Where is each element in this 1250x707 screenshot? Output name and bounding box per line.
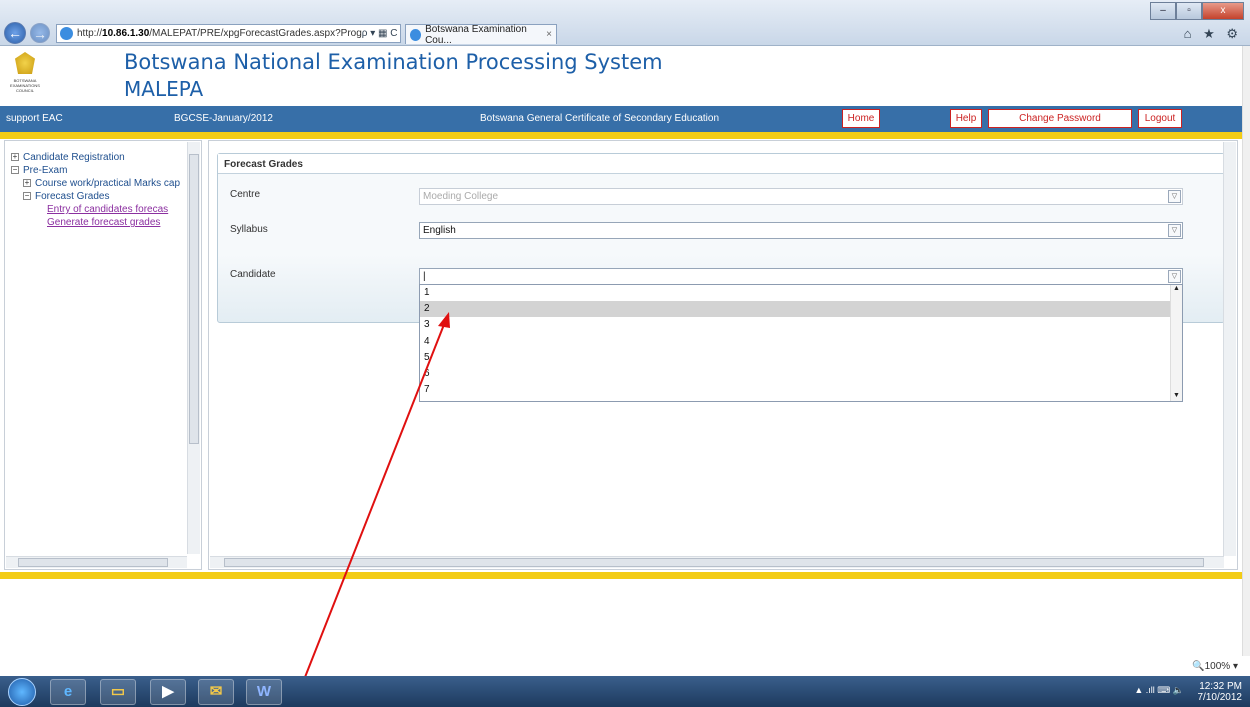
system-tray: ▲ .ıll ⌨ 🔈 12:32 PM 7/10/2012 [1134,681,1243,703]
clock-date[interactable]: 7/10/2012 [1198,692,1243,703]
folder-icon[interactable]: ▭ [100,679,136,705]
arrow-shaft [295,321,446,701]
annotation-arrow [295,312,450,701]
windows-taskbar: e ▭ ▶ ✉ W ▲ .ıll ⌨ 🔈 12:32 PM 7/10/2012 [0,676,1250,707]
start-button[interactable] [8,678,36,706]
word-icon[interactable]: W [246,679,282,705]
arrow-head [438,312,450,328]
media-player-icon[interactable]: ▶ [150,679,186,705]
clock-time[interactable]: 12:32 PM [1198,681,1242,692]
outlook-icon[interactable]: ✉ [198,679,234,705]
page-vertical-scrollbar[interactable] [1242,46,1250,656]
zoom-level[interactable]: 🔍100% ▾ [1192,661,1238,672]
internet-explorer-icon[interactable]: e [50,679,86,705]
tray-icons[interactable]: ▲ .ıll ⌨ 🔈 [1134,685,1184,696]
